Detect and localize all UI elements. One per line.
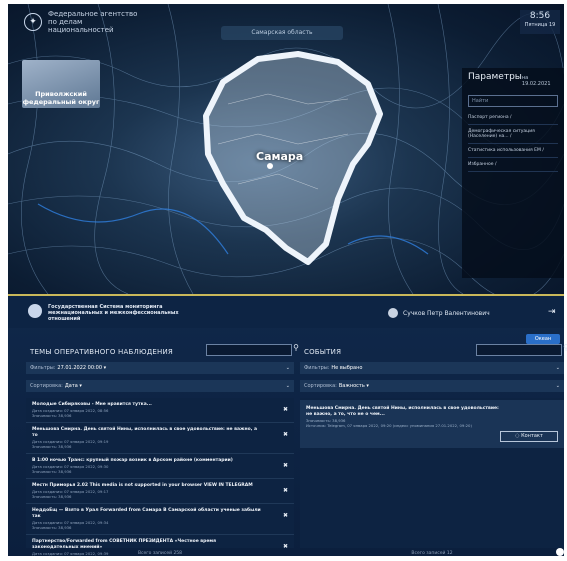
close-icon[interactable]: ✖	[283, 512, 288, 519]
parameters-item[interactable]: Демографическая ситуация (Население) на.…	[468, 125, 558, 144]
sort-value: Дата ▾	[64, 383, 82, 389]
region-selector[interactable]: Самарская область	[221, 26, 343, 40]
events-search-input[interactable]: ⚲	[476, 343, 567, 356]
user-name: Сучков Петр Валентинович	[403, 309, 490, 317]
topics-title: ТЕМЫ ОПЕРАТИВНОГО НАБЛЮДЕНИЯ	[30, 348, 173, 356]
parameters-item[interactable]: Избранное /	[468, 158, 558, 172]
clock-time: 8:56	[529, 11, 551, 21]
agency-line-2: по делам национальностей	[48, 18, 114, 34]
chevron-down-icon[interactable]: ⌄	[286, 362, 290, 374]
emblem-icon	[28, 304, 42, 318]
topics-sort[interactable]: Сортировка: Дата ▾ ⌄	[26, 380, 294, 392]
events-filter[interactable]: Фильтры: Не выбрано ⌄	[300, 362, 564, 374]
list-item[interactable]: Молодые Сибиряковы - Мне нравится тутка.…	[26, 398, 294, 423]
parameters-search-input[interactable]: Найти	[468, 95, 558, 107]
parameters-item[interactable]: Статистика использования ЕМ /	[468, 144, 558, 158]
city-label[interactable]: Самара	[256, 150, 303, 163]
search-icon[interactable]: ⚲	[293, 343, 299, 352]
topics-count: Всего записей 258	[137, 551, 183, 556]
district-label[interactable]: Приволжский федеральный округ	[22, 90, 100, 106]
parameters-date: на 19.02.2021	[521, 75, 551, 87]
topics-search-input[interactable]: ⚲	[206, 343, 299, 356]
topics-list: Молодые Сибиряковы - Мне нравится тутка.…	[26, 398, 294, 556]
agency-line-1: Федеральное агентство	[48, 10, 138, 18]
chevron-down-icon[interactable]: ⌄	[556, 362, 560, 374]
close-icon[interactable]: ✖	[283, 543, 288, 550]
clock-date: Пятница 19	[524, 22, 556, 28]
monitoring-dashboard: Государственная Система мониторинга межн…	[8, 296, 567, 556]
close-icon[interactable]: ✖	[283, 487, 288, 494]
application-window: ✦ Федеральное агентство по делам национа…	[8, 4, 567, 556]
chevron-down-icon[interactable]: ⌄	[556, 380, 560, 392]
list-item[interactable]: Меньшова Смирна. День святой Нины, испол…	[26, 423, 294, 454]
agency-header: ✦ Федеральное агентство по делам национа…	[24, 10, 148, 34]
events-sort[interactable]: Сортировка: Важность ▾ ⌄	[300, 380, 564, 392]
list-item[interactable]: Партнерство/Forwarded from СОВЕТНИК ПРЕЗ…	[26, 535, 294, 560]
topics-filter[interactable]: Фильтры: 27.01.2022 00:00 ▾ ⌄	[26, 362, 294, 374]
parameters-panel: Параметры на 19.02.2021 Найти Паспорт ре…	[462, 68, 564, 278]
parameters-item[interactable]: Паспорт региона /	[468, 111, 558, 125]
chat-icon: ◌	[515, 433, 520, 439]
search-icon[interactable]: ⚲	[563, 343, 567, 352]
list-item[interactable]: НеддоЕщ — Взято в Урал Forwarded from Са…	[26, 504, 294, 535]
dashboard-header: Государственная Система мониторинга межн…	[8, 296, 564, 328]
events-list: Меньшова Смирна. День святой Нины, испол…	[300, 398, 564, 548]
map-panel[interactable]: ✦ Федеральное агентство по делам национа…	[8, 4, 564, 296]
emblem-icon: ✦	[24, 13, 42, 31]
filter-value: Не выбрано	[331, 365, 363, 371]
events-title: СОБЫТИЯ	[304, 348, 342, 356]
close-icon[interactable]: ✖	[283, 431, 288, 438]
events-panel: СОБЫТИЯ ⚲ Фильтры: Не выбрано ⌄ Сортировк…	[300, 343, 567, 556]
topics-panel: ТЕМЫ ОПЕРАТИВНОГО НАБЛЮДЕНИЯ ⚲ Фильтры: 2…	[26, 343, 299, 556]
event-card[interactable]: Меньшова Смирна. День святой Нины, испол…	[300, 400, 564, 448]
filter-value: 27.01.2022 00:00 ▾	[57, 365, 107, 371]
system-title: Государственная Система мониторинга межн…	[48, 304, 179, 322]
list-item[interactable]: Местн Приморья 2.02 This media is not su…	[26, 479, 294, 504]
clock-widget: 8:56 Пятница 19	[520, 10, 560, 34]
close-icon[interactable]: ✖	[283, 462, 288, 469]
sort-value: Важность ▾	[338, 383, 369, 389]
events-count: Всего записей 12	[411, 551, 453, 556]
close-icon[interactable]: ✖	[283, 406, 288, 413]
parameters-title: Параметры	[468, 72, 522, 82]
avatar	[388, 308, 398, 318]
user-menu[interactable]: Сучков Петр Валентинович	[388, 308, 490, 318]
contact-button[interactable]: ◌ Контакт	[500, 431, 558, 442]
help-icon[interactable]	[556, 548, 564, 556]
list-item[interactable]: В 1:00 ночью Транс: крупный пожар возник…	[26, 454, 294, 479]
chevron-down-icon[interactable]: ⌄	[286, 380, 290, 392]
logout-icon[interactable]: ⇥	[548, 308, 556, 317]
ocean-button[interactable]: Океан	[526, 334, 560, 344]
